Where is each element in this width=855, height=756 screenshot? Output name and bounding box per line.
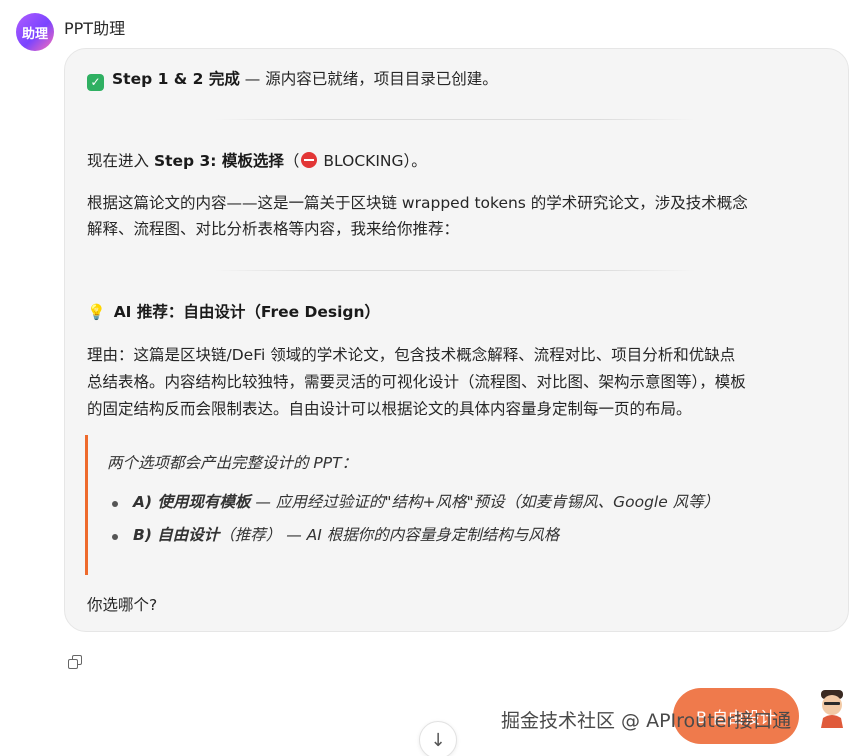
option-b-desc: （推荐） — AI 根据你的内容量身定制结构与风格 [219,526,560,544]
no-entry-icon [301,152,318,168]
divider [215,270,695,271]
copy-icon[interactable] [68,655,82,669]
check-mark-icon: ✓ [87,74,104,91]
avatar-text: 助理 [21,26,48,42]
option-b-label: B) 自由设计 [133,526,220,544]
blocking-label: BLOCKING）。 [323,152,427,170]
cartoon-avatar-icon [821,690,843,728]
reason-line-3: 的固定结构反而会限制表达。自由设计可以根据论文的具体内容量身定制每一页的布局。 [87,400,692,418]
reason-line-2: 总结表格。内容结构比较独特，需要灵活的可视化设计（流程图、对比图、架构示意图等）… [87,373,746,391]
sender-name: PPT助理 [64,19,126,38]
status-prefix: Step 1 & 2 完成 [112,70,240,88]
bullet-dot [112,501,118,507]
recommend-title: 💡 AI 推荐：自由设计（Free Design） [87,298,380,326]
recommend-title-text: AI 推荐：自由设计（Free Design） [113,303,381,321]
reason-line-1: 理由：这篇是区块链/DeFi 领域的学术论文，包含技术概念解释、流程对比、项目分… [87,346,736,364]
option-a-desc: — 应用经过验证的"结构+风格"预设（如麦肯锡风、Google 风等） [250,493,720,511]
option-a-label: A) 使用现有模板 [133,493,251,511]
light-bulb-icon: 💡 [87,303,106,321]
chat-page: 助理 PPT助理 ✓ Step 1 & 2 完成 — 源内容已就绪，项目目录已创建… [0,0,855,756]
arrow-down-icon: ↓ [430,729,446,751]
step-title: Step 3: 模板选择 [153,152,284,170]
bullet-dot [112,534,118,540]
scroll-down-button[interactable]: ↓ [419,721,457,756]
intro-line-1: 根据这篇论文的内容——这是一篇关于区块链 wrapped tokens 的学术研… [87,194,748,212]
options-blockquote: 两个选项都会产出完整设计的 PPT： A) 使用现有模板 — 应用经过验证的"结… [85,435,825,575]
assistant-message-bubble: ✓ Step 1 & 2 完成 — 源内容已就绪，项目目录已创建。 现在进入 St… [64,48,849,632]
status-rest: — 源内容已就绪，项目目录已创建。 [239,70,498,88]
assistant-avatar: 助理 [16,13,54,51]
divider [215,119,695,120]
option-a: A) 使用现有模板 — 应用经过验证的"结构+风格"预设（如麦肯锡风、Googl… [133,488,719,516]
option-b: B) 自由设计（推荐） — AI 根据你的内容量身定制结构与风格 [133,521,559,549]
quote-intro: 两个选项都会产出完整设计的 PPT： [107,454,358,472]
watermark: 掘金技术社区 @ APIrouter接口通 [501,710,792,732]
status-line: ✓ Step 1 & 2 完成 — 源内容已就绪，项目目录已创建。 [87,65,498,93]
step-line: 现在进入 Step 3: 模板选择（ BLOCKING）。 [87,147,427,175]
step-prefix: 现在进入 [87,152,154,170]
step-paren: （ [283,152,300,170]
intro-line-2: 解释、流程图、对比分析表格等内容，我来给你推荐： [87,220,460,238]
question: 你选哪个? [87,596,158,614]
